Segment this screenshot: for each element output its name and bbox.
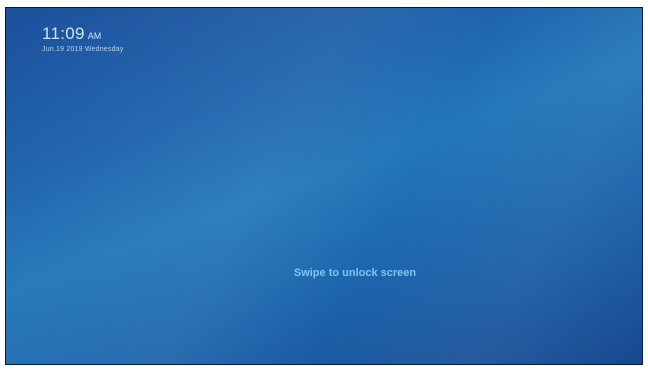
clock-ampm: AM	[87, 31, 102, 41]
clock-widget: 11:09 AM Jun.19 2019 Wednesday	[42, 24, 124, 53]
clock-time: 11:09	[42, 24, 85, 43]
clock-date: Jun.19 2019 Wednesday	[42, 46, 124, 53]
lock-screen[interactable]: 11:09 AM Jun.19 2019 Wednesday Swipe to u…	[5, 7, 643, 365]
swipe-to-unlock-hint[interactable]: Swipe to unlock screen	[6, 267, 642, 279]
